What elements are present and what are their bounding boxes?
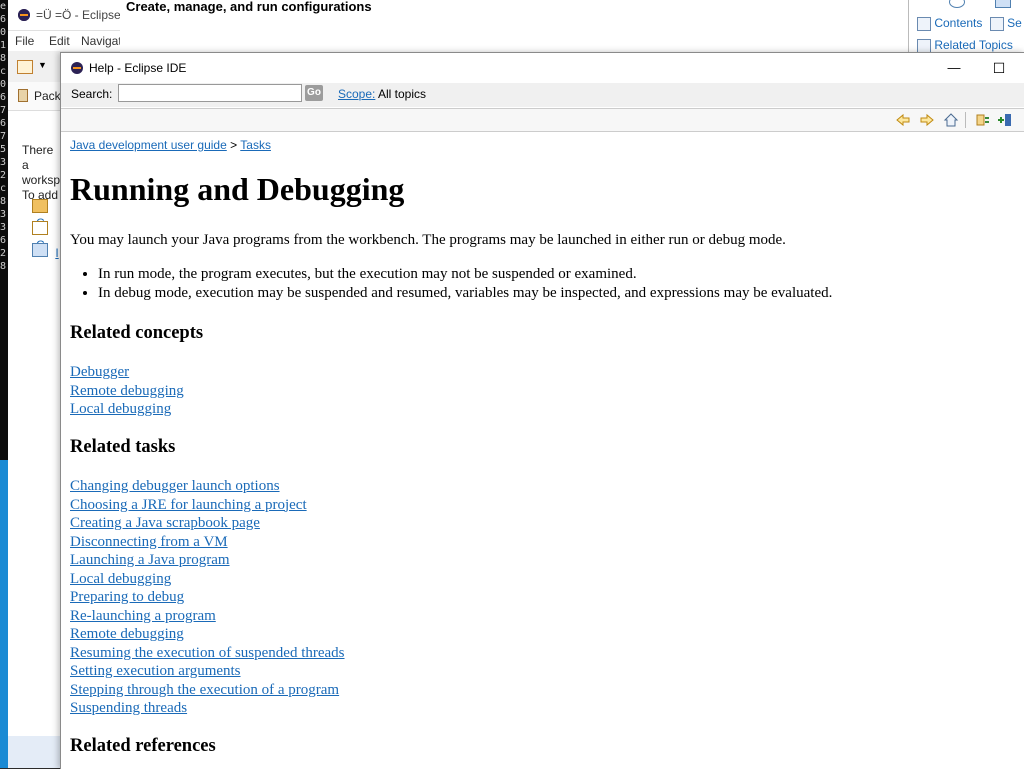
go-button[interactable]: Go <box>305 85 323 101</box>
related-topics-link[interactable]: Related Topics <box>917 38 1013 53</box>
breadcrumb: Java development user guide > Tasks <box>70 138 271 152</box>
banner-text: Create, manage, and run configurations <box>126 0 372 14</box>
eclipse-titlebar: =Ü =Ö - Eclipse <box>8 0 121 31</box>
task-link[interactable]: Launching a Java program <box>70 552 230 568</box>
help-side-panel: Contents Se Related Topics <box>908 0 1024 56</box>
package-explorer-content: There a worksp To add C C I <box>8 111 60 736</box>
maximize-button[interactable]: ☐ <box>982 57 1016 79</box>
scope-link[interactable]: Scope: <box>338 87 375 101</box>
new-file-icon[interactable] <box>17 60 33 74</box>
package-info-line: worksp <box>22 173 61 187</box>
search-icon[interactable] <box>995 0 1011 8</box>
contents-label: Contents <box>934 16 983 30</box>
list-item: In run mode, the program executes, but t… <box>98 265 832 284</box>
package-explorer-tab[interactable]: Pack <box>8 82 61 111</box>
package-tab-label: Pack <box>34 89 61 103</box>
forward-icon[interactable] <box>919 112 935 128</box>
search-label: Se <box>1007 16 1022 30</box>
task-link[interactable]: Local debugging <box>70 571 171 587</box>
contents-icon <box>917 16 931 31</box>
back-icon[interactable] <box>895 112 911 128</box>
menu-edit[interactable]: Edit <box>49 34 70 48</box>
new-project-icon <box>32 221 48 235</box>
help-window: Help - Eclipse IDE — ☐ Search: Go Scope:… <box>60 52 1024 769</box>
task-link[interactable]: Creating a Java scrapbook page <box>70 515 260 531</box>
search-input[interactable] <box>118 84 302 102</box>
chevron-down-icon[interactable]: ▼ <box>38 60 47 70</box>
help-nav-toolbar <box>61 108 1024 132</box>
related-topics-label: Related Topics <box>934 38 1013 52</box>
task-link[interactable]: Resuming the execution of suspended thre… <box>70 645 345 661</box>
task-link[interactable]: Setting execution arguments <box>70 663 241 679</box>
menu-file[interactable]: File <box>15 34 34 48</box>
list-item: In debug mode, execution may be suspende… <box>98 284 832 303</box>
status-area <box>8 736 60 768</box>
help-search-bar: Search: Go Scope: All topics <box>61 83 1024 107</box>
package-link[interactable]: I <box>55 246 58 260</box>
help-content: Java development user guide > Tasks Runn… <box>61 132 1024 769</box>
minimize-button[interactable]: — <box>937 57 971 79</box>
sync-toc-icon[interactable] <box>975 112 991 128</box>
task-link[interactable]: Changing debugger launch options <box>70 478 280 494</box>
related-concepts-heading: Related concepts <box>70 323 204 343</box>
import-icon <box>32 243 48 257</box>
eclipse-logo-icon <box>71 62 83 74</box>
task-link[interactable]: Suspending threads <box>70 700 187 716</box>
task-link[interactable]: Stepping through the execution of a prog… <box>70 682 339 698</box>
search-icon <box>989 16 1004 31</box>
page-title: Running and Debugging <box>70 171 405 207</box>
cheatsheet-banner: Create, manage, and run configurations <box>120 0 1005 52</box>
package-link-row[interactable]: I <box>32 243 59 260</box>
mode-list: In run mode, the program executes, but t… <box>70 265 832 303</box>
task-link[interactable]: Remote debugging <box>70 626 184 642</box>
toolbar-separator <box>965 112 966 128</box>
concept-link[interactable]: Local debugging <box>70 401 171 417</box>
package-icon <box>18 89 28 102</box>
intro-paragraph: You may launch your Java programs from t… <box>70 232 786 248</box>
eclipse-logo-icon <box>18 9 30 21</box>
task-link[interactable]: Choosing a JRE for launching a project <box>70 497 307 513</box>
eclipse-menubar: File Edit Navigat <box>8 31 122 51</box>
scope-value: All topics <box>378 87 427 101</box>
related-references-heading: Related references <box>70 736 216 756</box>
contents-link[interactable]: Contents Se <box>917 16 1022 31</box>
eclipse-toolbar: ▼ <box>8 52 60 82</box>
related-topics-icon <box>917 38 931 53</box>
package-info-text: There a worksp To add <box>22 143 60 203</box>
search-label: Search: <box>71 87 113 101</box>
breadcrumb-separator: > <box>230 138 238 152</box>
menu-navigate[interactable]: Navigat <box>81 34 122 48</box>
breadcrumb-link[interactable]: Java development user guide <box>70 138 227 152</box>
task-link[interactable]: Re-launching a program <box>70 608 216 624</box>
help-icon[interactable] <box>949 0 965 8</box>
help-window-title: Help - Eclipse IDE <box>89 61 187 75</box>
bookmark-icon[interactable] <box>997 112 1013 128</box>
concept-link[interactable]: Remote debugging <box>70 383 184 399</box>
task-link[interactable]: Preparing to debug <box>70 589 184 605</box>
related-concepts-list: Debugger Remote debugging Local debuggin… <box>70 363 184 419</box>
home-icon[interactable] <box>943 112 959 128</box>
related-tasks-heading: Related tasks <box>70 437 176 457</box>
breadcrumb-link[interactable]: Tasks <box>240 138 271 152</box>
import-project-icon <box>32 199 48 213</box>
task-link[interactable]: Disconnecting from a VM <box>70 534 228 550</box>
related-tasks-list: Changing debugger launch options Choosin… <box>70 477 345 718</box>
package-info-line: There a <box>22 143 54 172</box>
concept-link[interactable]: Debugger <box>70 364 129 380</box>
help-titlebar: Help - Eclipse IDE — ☐ <box>61 53 1024 83</box>
eclipse-window-title: =Ü =Ö - Eclipse <box>36 8 121 22</box>
